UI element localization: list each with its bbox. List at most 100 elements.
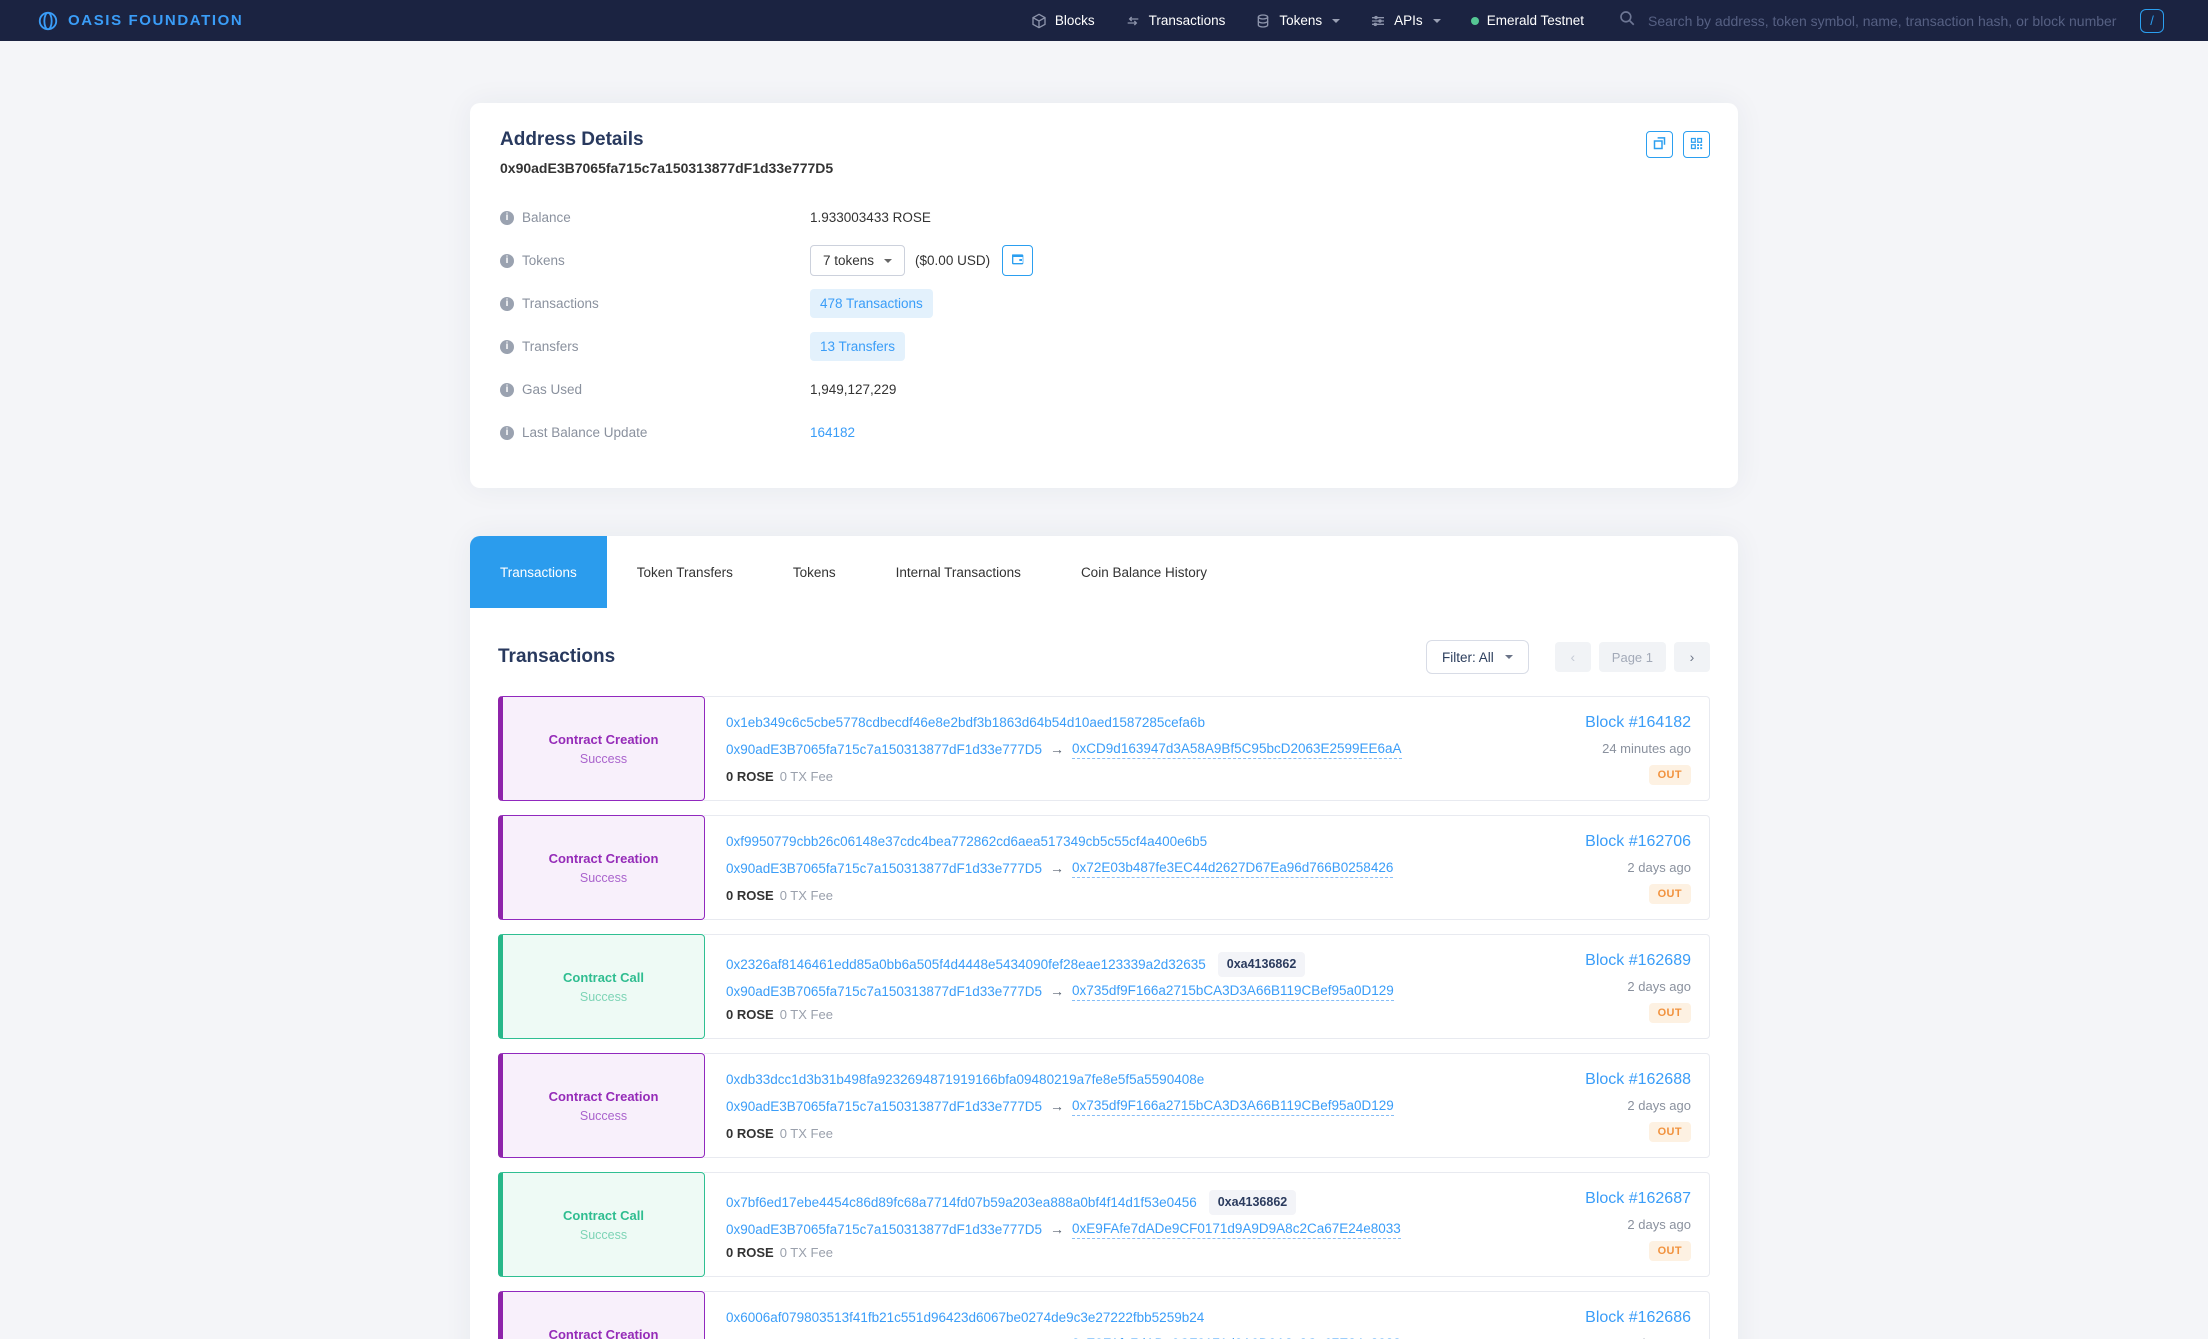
prev-page-button[interactable]: ‹ (1555, 642, 1591, 672)
tx-fee: 0 TX Fee (780, 1006, 833, 1023)
tx-status-box: Contract Call Success (498, 934, 705, 1039)
tx-status-label: Success (580, 871, 627, 885)
tx-method-badge: 0xa4136862 (1209, 1190, 1297, 1215)
pagination: ‹ Page 1 › (1555, 642, 1710, 672)
tab-coin-balance-history[interactable]: Coin Balance History (1051, 536, 1237, 608)
transfers-row: i Transfers 13 Transfers (500, 325, 1708, 368)
nav-item-network[interactable]: Emerald Testnet (1471, 13, 1584, 28)
tx-from-link[interactable]: 0x90adE3B7065fa715c7a150313877dF1d33e777… (726, 860, 1042, 877)
tx-to-link[interactable]: 0x735df9F166a2715bCA3D3A66B119CBef95a0D1… (1072, 982, 1394, 1001)
info-icon: i (500, 340, 514, 354)
search-input[interactable] (1648, 13, 2128, 29)
tx-type-label: Contract Creation (549, 1089, 659, 1104)
tx-timestamp: 2 days ago (1627, 1098, 1691, 1113)
cube-icon (1031, 13, 1047, 29)
address-details-card: Address Details 0x90adE3B7065fa715c7a150… (470, 103, 1738, 488)
tx-value: 0 ROSE (726, 768, 774, 785)
tx-type-label: Contract Call (563, 1208, 644, 1223)
wallet-button[interactable] (1002, 245, 1033, 276)
tx-to-link[interactable]: 0xE9FAfe7dADe9CF0171d9A9D9A8c2Ca67E24e80… (1072, 1335, 1401, 1339)
nav-menu: Blocks Transactions Tokens (1031, 13, 1584, 29)
direction-badge: OUT (1649, 765, 1691, 785)
tx-status-label: Success (580, 752, 627, 766)
tx-hash-link[interactable]: 0x1eb349c6c5cbe5778cdbecdf46e8e2bdf3b186… (726, 714, 1205, 731)
tx-from-link[interactable]: 0x90adE3B7065fa715c7a150313877dF1d33e777… (726, 1098, 1042, 1115)
transactions-title: Transactions (498, 646, 615, 668)
arrow-right-icon: → (1050, 860, 1064, 877)
tx-hash-link[interactable]: 0x2326af8146461edd85a0bb6a505f4d4448e543… (726, 956, 1206, 973)
direction-badge: OUT (1649, 884, 1691, 904)
tx-to-link[interactable]: 0xCD9d163947d3A58A9Bf5C95bcD2063E2599EE6… (1072, 740, 1402, 759)
tx-method-badge: 0xa4136862 (1218, 952, 1306, 977)
tab-transactions[interactable]: Transactions (470, 536, 607, 608)
qr-code-button[interactable] (1683, 131, 1710, 158)
tx-timestamp: 2 days ago (1627, 979, 1691, 994)
tx-hash-link[interactable]: 0xf9950779cbb26c06148e37cdc4bea772862cd6… (726, 833, 1207, 850)
filter-dropdown[interactable]: Filter: All (1426, 640, 1529, 674)
tx-block-link[interactable]: Block #164182 (1585, 714, 1691, 732)
nav-label: Transactions (1149, 13, 1226, 28)
tx-hash-link[interactable]: 0x7bf6ed17ebe4454c86d89fc68a7714fd07b59a… (726, 1194, 1197, 1211)
balance-row: i Balance 1.933003433 ROSE (500, 196, 1708, 239)
tokens-label: Tokens (522, 253, 565, 268)
tx-hash-link[interactable]: 0xdb33dcc1d3b31b498fa9232694871919166bfa… (726, 1071, 1204, 1088)
tx-block-link[interactable]: Block #162689 (1585, 952, 1691, 970)
tx-hash-link[interactable]: 0x6006af079803513f41fb21c551d96423d6067b… (726, 1309, 1204, 1326)
next-page-button[interactable]: › (1674, 642, 1710, 672)
tx-from-link[interactable]: 0x90adE3B7065fa715c7a150313877dF1d33e777… (726, 983, 1042, 1000)
transaction-row: Contract Creation Success 0x6006af079803… (498, 1291, 1710, 1339)
tx-status-box: Contract Creation Success (498, 1053, 705, 1158)
tx-from-link[interactable]: 0x90adE3B7065fa715c7a150313877dF1d33e777… (726, 741, 1042, 758)
nav-item-tokens[interactable]: Tokens (1255, 13, 1340, 29)
tokens-row: i Tokens 7 tokens ($0.00 USD) (500, 239, 1708, 282)
tx-status-label: Success (580, 1109, 627, 1123)
transactions-count-badge[interactable]: 478 Transactions (810, 289, 933, 318)
arrow-right-icon: → (1050, 741, 1064, 758)
tokens-dropdown[interactable]: 7 tokens (810, 245, 905, 276)
transactions-row: i Transactions 478 Transactions (500, 282, 1708, 325)
copy-address-button[interactable] (1646, 131, 1673, 158)
last-balance-update-block-link[interactable]: 164182 (810, 425, 855, 440)
transaction-row: Contract Creation Success 0x1eb349c6c5cb… (498, 696, 1710, 801)
search-icon (1618, 9, 1636, 32)
tx-timestamp: 2 days ago (1627, 1217, 1691, 1232)
info-icon: i (500, 254, 514, 268)
tab-internal-transactions[interactable]: Internal Transactions (866, 536, 1051, 608)
tx-block-link[interactable]: Block #162687 (1585, 1190, 1691, 1208)
tx-to-link[interactable]: 0x735df9F166a2715bCA3D3A66B119CBef95a0D1… (1072, 1097, 1394, 1116)
tokens-dropdown-value: 7 tokens (823, 253, 874, 268)
info-icon: i (500, 297, 514, 311)
tx-status-label: Success (580, 990, 627, 1004)
info-icon: i (500, 211, 514, 225)
transactions-label: Transactions (522, 296, 599, 311)
tx-block-link[interactable]: Block #162688 (1585, 1071, 1691, 1089)
tx-fee: 0 TX Fee (780, 768, 833, 785)
brand-logo[interactable]: OASIS FOUNDATION (37, 10, 243, 32)
tx-status-label: Success (580, 1228, 627, 1242)
arrow-right-icon: → (1050, 1221, 1064, 1238)
address-card-actions (1646, 131, 1710, 158)
transactions-card: Transactions Token Transfers Tokens Inte… (470, 536, 1738, 1339)
tab-token-transfers[interactable]: Token Transfers (607, 536, 763, 608)
tx-type-label: Contract Creation (549, 851, 659, 866)
brand-name: OASIS FOUNDATION (68, 12, 243, 29)
transaction-row: Contract Creation Success 0xf9950779cbb2… (498, 815, 1710, 920)
tab-bar: Transactions Token Transfers Tokens Inte… (470, 536, 1738, 608)
tx-from-link[interactable]: 0x90adE3B7065fa715c7a150313877dF1d33e777… (726, 1221, 1042, 1238)
tx-timestamp: 2 days ago (1627, 860, 1691, 875)
nav-item-transactions[interactable]: Transactions (1125, 13, 1226, 29)
tx-block-link[interactable]: Block #162686 (1585, 1309, 1691, 1327)
nav-item-blocks[interactable]: Blocks (1031, 13, 1095, 29)
tx-block-link[interactable]: Block #162706 (1585, 833, 1691, 851)
direction-badge: OUT (1649, 1003, 1691, 1023)
nav-label: APIs (1394, 13, 1423, 28)
nav-item-apis[interactable]: APIs (1370, 13, 1441, 29)
tx-type-label: Contract Creation (549, 732, 659, 747)
tx-status-box: Contract Call Success (498, 1172, 705, 1277)
tx-to-link[interactable]: 0xE9FAfe7dADe9CF0171d9A9D9A8c2Ca67E24e80… (1072, 1220, 1401, 1239)
info-icon: i (500, 426, 514, 440)
tab-tokens[interactable]: Tokens (763, 536, 866, 608)
tx-to-link[interactable]: 0x72E03b487fe3EC44d2627D67Ea96d766B02584… (1072, 859, 1393, 878)
transfers-count-badge[interactable]: 13 Transfers (810, 332, 905, 361)
nav-label: Tokens (1279, 13, 1322, 28)
